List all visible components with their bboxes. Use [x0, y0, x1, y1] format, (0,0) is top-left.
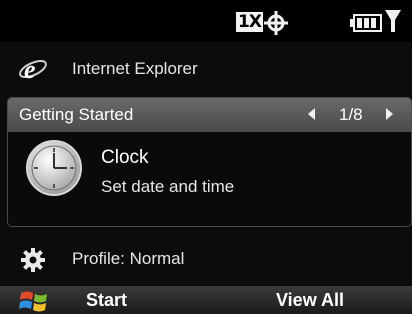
page-counter: 1/8: [339, 105, 363, 124]
previous-arrow-icon[interactable]: [308, 108, 315, 120]
view-all-softkey[interactable]: View All: [276, 290, 344, 311]
start-softkey[interactable]: Start: [86, 290, 127, 311]
panel-title: Getting Started: [19, 105, 134, 124]
windows-flag-icon[interactable]: [19, 289, 49, 313]
internet-explorer-item[interactable]: e Internet Explorer: [0, 46, 412, 92]
getting-started-header: Getting Started 1/8: [8, 98, 411, 132]
profile-item[interactable]: Profile: Normal: [0, 241, 412, 281]
internet-explorer-label: Internet Explorer: [72, 59, 198, 78]
clock-title[interactable]: Clock: [101, 147, 149, 169]
gear-icon: [21, 248, 45, 272]
svg-text:e: e: [24, 55, 36, 83]
next-arrow-icon[interactable]: [386, 108, 393, 120]
network-1x-indicator: 1X: [236, 12, 263, 32]
clock-icon: [26, 140, 82, 196]
softkey-bar: Start View All: [0, 286, 412, 314]
status-bar: 1X: [0, 0, 412, 42]
internet-explorer-icon: e: [19, 55, 47, 83]
profile-label: Profile: Normal: [72, 249, 185, 268]
getting-started-panel[interactable]: Getting Started 1/8 Clock Set date and t…: [7, 97, 412, 227]
signal-icon: [385, 10, 401, 32]
clock-subtitle: Set date and time: [101, 177, 235, 196]
gps-icon: [264, 11, 288, 35]
battery-icon: [350, 14, 382, 32]
